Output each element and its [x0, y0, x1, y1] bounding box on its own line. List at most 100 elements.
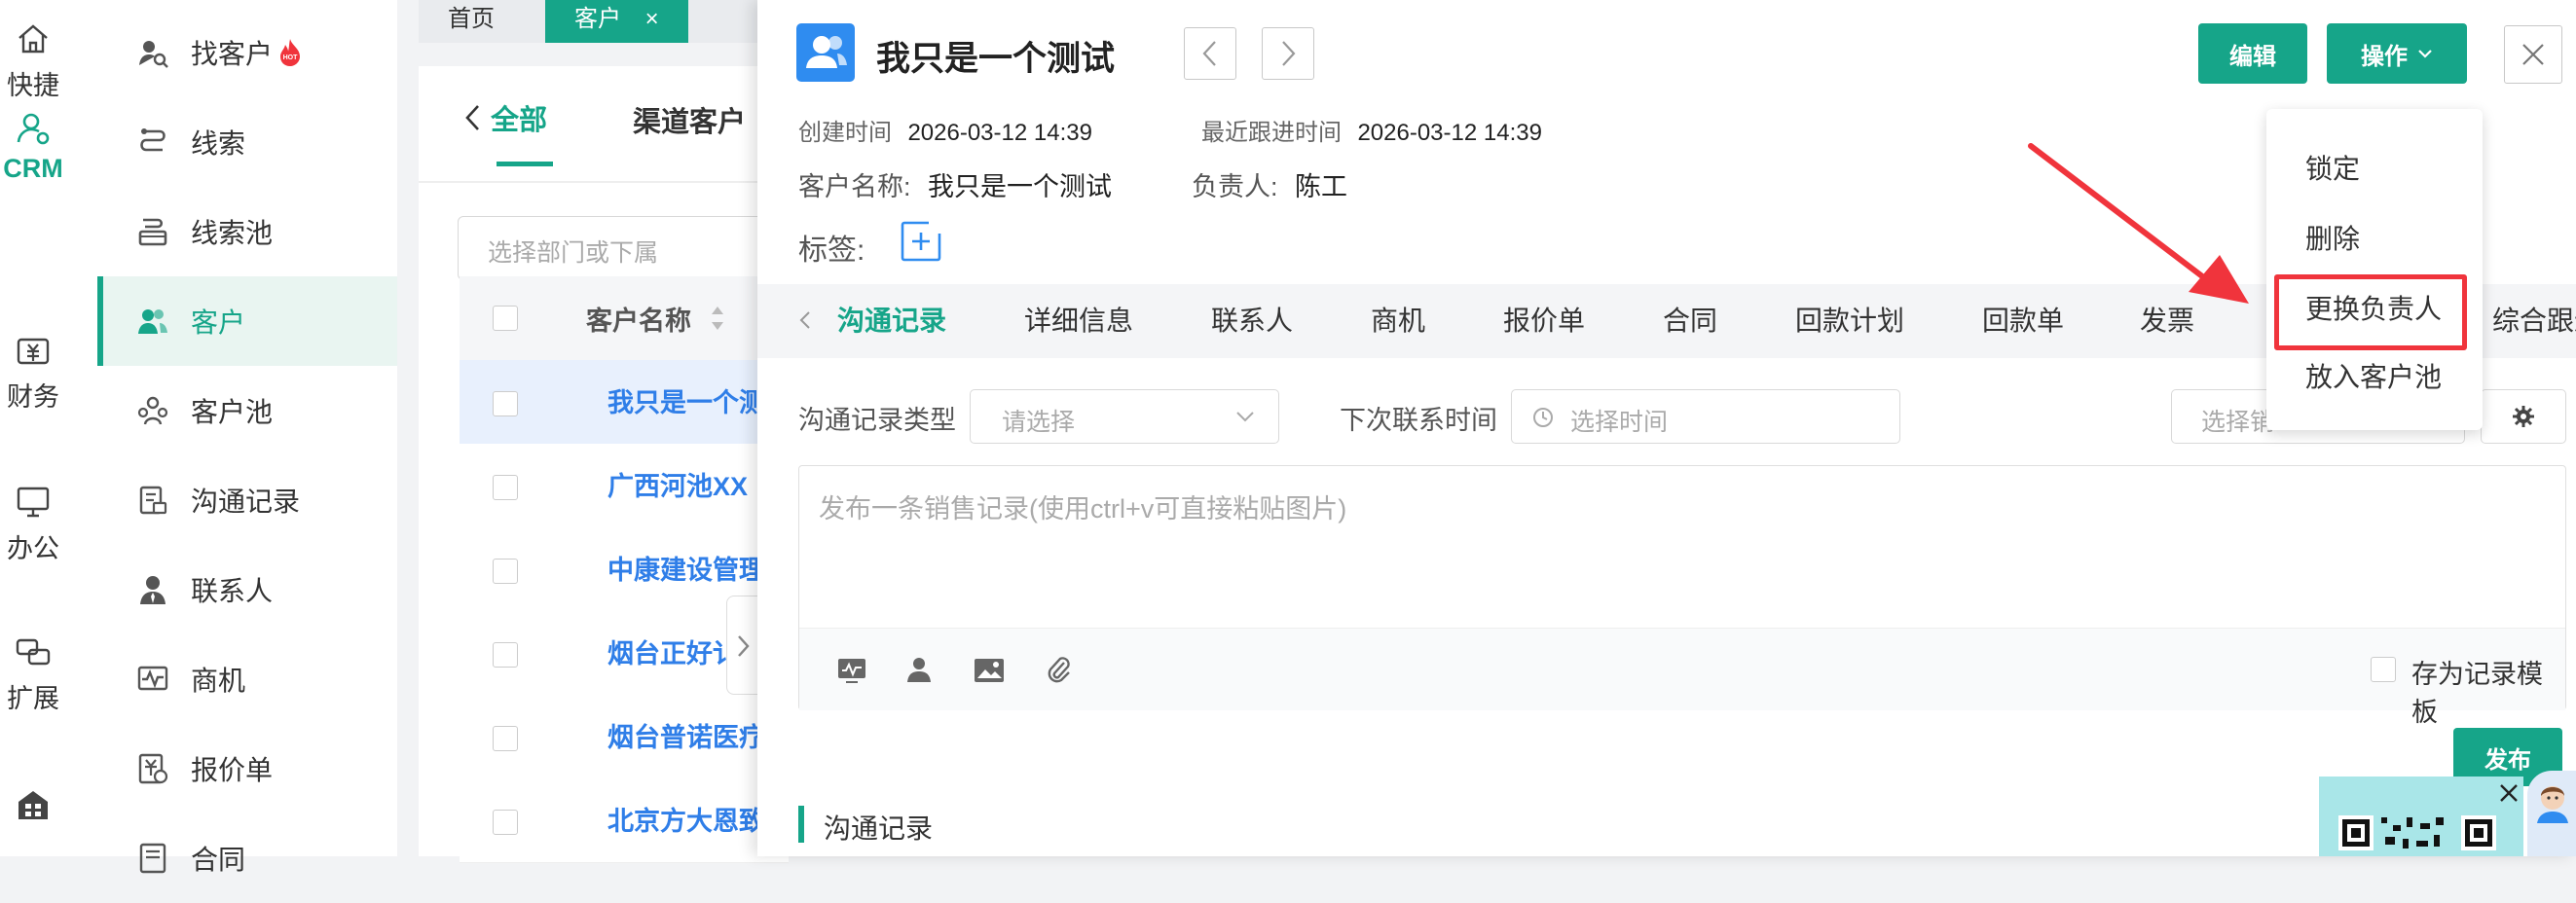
select-all-checkbox[interactable]	[493, 306, 518, 331]
qr-widget[interactable]	[2319, 777, 2523, 856]
opportunity-icon	[137, 666, 168, 691]
prev-record-button[interactable]	[1184, 27, 1236, 80]
record-type-select[interactable]: 请选择	[970, 389, 1279, 444]
table-row[interactable]: 烟台普诺医疗	[460, 695, 789, 779]
customer-name-link[interactable]: 烟台普诺医疗	[607, 716, 765, 754]
subtab-contracts[interactable]: 合同	[1663, 300, 1717, 339]
subtab-quotes[interactable]: 报价单	[1503, 300, 1585, 339]
edit-button[interactable]: 编辑	[2198, 23, 2307, 84]
column-header-name[interactable]: 客户名称	[586, 300, 691, 338]
rail-label: 扩展	[7, 684, 59, 713]
tab-customer[interactable]: 客户 ×	[545, 0, 688, 43]
app-store-icon	[18, 791, 48, 819]
attachment-icon[interactable]	[1045, 655, 1074, 684]
menu-label: 沟通记录	[191, 487, 301, 517]
drawer-collapse-handle[interactable]	[726, 596, 760, 695]
tab-home[interactable]: 首页	[419, 0, 524, 43]
dropdown-item-lock[interactable]: 锁定	[2305, 148, 2360, 187]
next-contact-time-picker[interactable]: 选择时间	[1511, 389, 1900, 444]
tab-close-icon[interactable]: ×	[645, 6, 659, 32]
menu-item-customers[interactable]: 客户	[97, 276, 397, 366]
hot-fire-icon: HOT	[280, 39, 301, 66]
settings-button[interactable]	[2481, 389, 2566, 444]
customer-name-link[interactable]: 北京方大恩致	[607, 800, 765, 838]
menu-item-opportunities[interactable]: 商机	[97, 634, 397, 724]
contact-insert-icon[interactable]	[904, 655, 934, 684]
customer-avatar-icon	[796, 23, 855, 82]
menu-item-communication[interactable]: 沟通记录	[97, 455, 397, 545]
active-tab-indicator	[497, 162, 553, 166]
owner-field: 负责人: 陈工	[1192, 172, 1348, 201]
rail-item-quick[interactable]: 快捷	[0, 19, 66, 102]
row-checkbox[interactable]	[493, 810, 518, 835]
subtab-opportunities[interactable]: 商机	[1371, 300, 1425, 339]
crm-menu: 找客户 HOT 线索 线索池 客户 客户池 沟通记录 联系人 商机 报价单 合同	[97, 0, 397, 875]
dropdown-item-move-to-pool[interactable]: 放入客户池	[2305, 356, 2442, 395]
menu-item-contacts[interactable]: 联系人	[97, 545, 397, 634]
menu-item-find-customer[interactable]: 找客户 HOT	[97, 8, 397, 97]
record-editor[interactable]: 发布一条销售记录(使用ctrl+v可直接粘贴图片) 存为记录模板	[798, 465, 2566, 727]
rail-label: 财务	[7, 382, 59, 412]
section-title: 沟通记录	[824, 813, 934, 844]
created-time: 创建时间 2026-03-12 14:39	[798, 120, 1092, 146]
menu-label: 联系人	[191, 576, 274, 606]
next-contact-label: 下次联系时间	[1340, 406, 1497, 435]
customer-name-link[interactable]: 广西河池XX	[607, 465, 748, 503]
support-avatar-icon	[2537, 786, 2568, 823]
rail-item-appstore[interactable]	[0, 786, 66, 831]
table-row[interactable]: 我只是一个测	[460, 360, 789, 445]
rail-item-office[interactable]: 办公	[0, 483, 66, 565]
actions-dropdown-button[interactable]: 操作	[2327, 23, 2467, 84]
row-checkbox[interactable]	[493, 642, 518, 668]
customer-icon	[138, 309, 167, 334]
menu-item-customer-pool[interactable]: 客户池	[97, 366, 397, 455]
menu-item-leads[interactable]: 线索	[97, 97, 397, 187]
row-checkbox[interactable]	[493, 559, 518, 584]
chevron-left-icon	[465, 105, 479, 130]
subtab-scroll-left-icon[interactable]	[798, 309, 812, 331]
menu-item-contracts[interactable]: 合同	[97, 813, 397, 903]
menu-item-lead-pool[interactable]: 线索池	[97, 187, 397, 276]
rail-item-extend[interactable]: 扩展	[0, 632, 66, 715]
subtab-comprehensive-followup[interactable]: 综合跟进	[2492, 300, 2576, 339]
support-assistant-widget[interactable]	[2527, 771, 2576, 856]
find-customer-icon	[139, 41, 168, 68]
customer-name-link[interactable]: 中康建设管理	[607, 549, 765, 587]
customer-name-link[interactable]: 烟台正好讠	[607, 632, 739, 670]
rail-item-finance[interactable]: 财务	[0, 331, 66, 414]
rail-item-crm[interactable]: CRM	[0, 109, 66, 184]
customer-name-link[interactable]: 我只是一个测	[607, 381, 765, 419]
subtab-contacts[interactable]: 联系人	[1211, 300, 1293, 339]
row-checkbox[interactable]	[493, 391, 518, 416]
close-drawer-button[interactable]	[2504, 25, 2562, 84]
lead-pool-icon	[138, 218, 167, 246]
extend-icon	[16, 638, 51, 666]
rail-label: 快捷	[7, 71, 59, 100]
image-insert-icon[interactable]	[973, 657, 1006, 684]
row-checkbox[interactable]	[493, 726, 518, 751]
close-icon[interactable]	[2498, 782, 2520, 804]
tags-label: 标签:	[798, 235, 865, 267]
sort-icon[interactable]	[709, 304, 726, 333]
subtab-payment-plan[interactable]: 回款计划	[1795, 300, 1904, 339]
dropdown-item-delete[interactable]: 删除	[2305, 218, 2360, 257]
subtab-communication[interactable]: 沟通记录	[837, 300, 946, 339]
all-filter-label: 全部	[491, 105, 548, 136]
record-type-label: 沟通记录类型	[798, 406, 956, 435]
chart-insert-icon[interactable]	[836, 657, 867, 684]
last-followup-time: 最近跟进时间 2026-03-12 14:39	[1201, 120, 1542, 146]
subtab-details[interactable]: 详细信息	[1024, 300, 1133, 339]
channel-customer-tab[interactable]: 渠道客户	[633, 99, 746, 140]
department-select[interactable]: 选择部门或下属	[458, 216, 791, 280]
menu-item-quotes[interactable]: 报价单	[97, 724, 397, 813]
table-row[interactable]: 北京方大恩致	[460, 778, 789, 863]
contact-icon	[140, 576, 166, 604]
communication-icon	[139, 486, 167, 515]
back-to-all[interactable]: 全部	[463, 97, 547, 138]
save-template-checkbox[interactable]	[2371, 657, 2396, 682]
table-row[interactable]: 广西河池XX	[460, 444, 789, 528]
add-tag-icon[interactable]	[900, 220, 942, 263]
row-checkbox[interactable]	[493, 475, 518, 500]
next-record-button[interactable]	[1262, 27, 1314, 80]
menu-label: 客户池	[191, 397, 274, 427]
